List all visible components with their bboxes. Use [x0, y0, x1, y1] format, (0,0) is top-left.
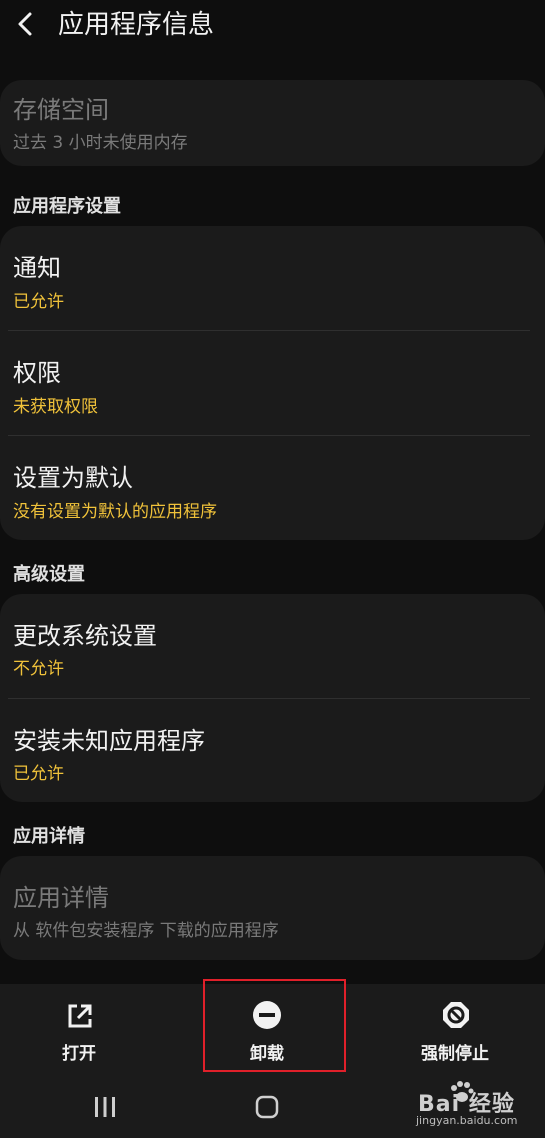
app-details-subtitle: 从 软件包安装程序 下载的应用程序: [13, 921, 279, 941]
permissions-title: 权限: [13, 359, 61, 387]
back-arrow-icon[interactable]: [12, 10, 38, 38]
app-details-title: 应用详情: [13, 884, 109, 912]
stop-octagon-icon: [443, 1002, 469, 1028]
section-header-app-settings: 应用程序设置: [13, 196, 121, 217]
modify-system-settings-title: 更改系统设置: [13, 622, 157, 650]
page-title: 应用程序信息: [58, 10, 215, 40]
recent-apps-icon[interactable]: [93, 1096, 117, 1118]
install-unknown-apps-status: 已允许: [13, 764, 64, 784]
notifications-row[interactable]: 通知 已允许: [0, 226, 545, 331]
uninstall-highlight-box: [203, 979, 346, 1072]
modify-system-settings-row[interactable]: 更改系统设置 不允许: [0, 594, 545, 698]
home-icon[interactable]: [254, 1094, 280, 1120]
set-as-default-title: 设置为默认: [13, 464, 133, 492]
storage-subtitle: 过去 3 小时未使用内存: [13, 133, 188, 153]
open-button[interactable]: 打开: [40, 984, 120, 1074]
permissions-row[interactable]: 权限 未获取权限: [0, 331, 545, 436]
set-as-default-status: 没有设置为默认的应用程序: [13, 502, 217, 522]
app-details-card: 应用详情 从 软件包安装程序 下载的应用程序: [0, 856, 545, 960]
storage-title: 存储空间: [13, 96, 109, 124]
permissions-status: 未获取权限: [13, 397, 98, 417]
force-stop-label: 强制停止: [421, 1044, 489, 1064]
section-header-advanced: 高级设置: [13, 564, 85, 585]
open-external-icon: [68, 1004, 92, 1028]
watermark-url: jingyan.baidu.com: [416, 1114, 518, 1127]
open-label: 打开: [62, 1044, 96, 1064]
force-stop-button[interactable]: 强制停止: [410, 984, 510, 1074]
notifications-title: 通知: [13, 254, 61, 282]
notifications-status: 已允许: [13, 292, 64, 312]
app-bar: 应用程序信息: [0, 0, 545, 52]
advanced-settings-card: 更改系统设置 不允许 安装未知应用程序 已允许: [0, 594, 545, 802]
storage-card: 存储空间 过去 3 小时未使用内存: [0, 80, 545, 166]
app-settings-card: 通知 已允许 权限 未获取权限 设置为默认 没有设置为默认的应用程序: [0, 226, 545, 540]
install-unknown-apps-title: 安装未知应用程序: [13, 727, 205, 755]
watermark: Bai 经验 jingyan.baidu.com: [400, 1080, 540, 1130]
set-as-default-row[interactable]: 设置为默认 没有设置为默认的应用程序: [0, 436, 545, 540]
section-header-app-details: 应用详情: [13, 826, 85, 847]
modify-system-settings-status: 不允许: [13, 659, 64, 679]
install-unknown-apps-row[interactable]: 安装未知应用程序 已允许: [0, 699, 545, 802]
